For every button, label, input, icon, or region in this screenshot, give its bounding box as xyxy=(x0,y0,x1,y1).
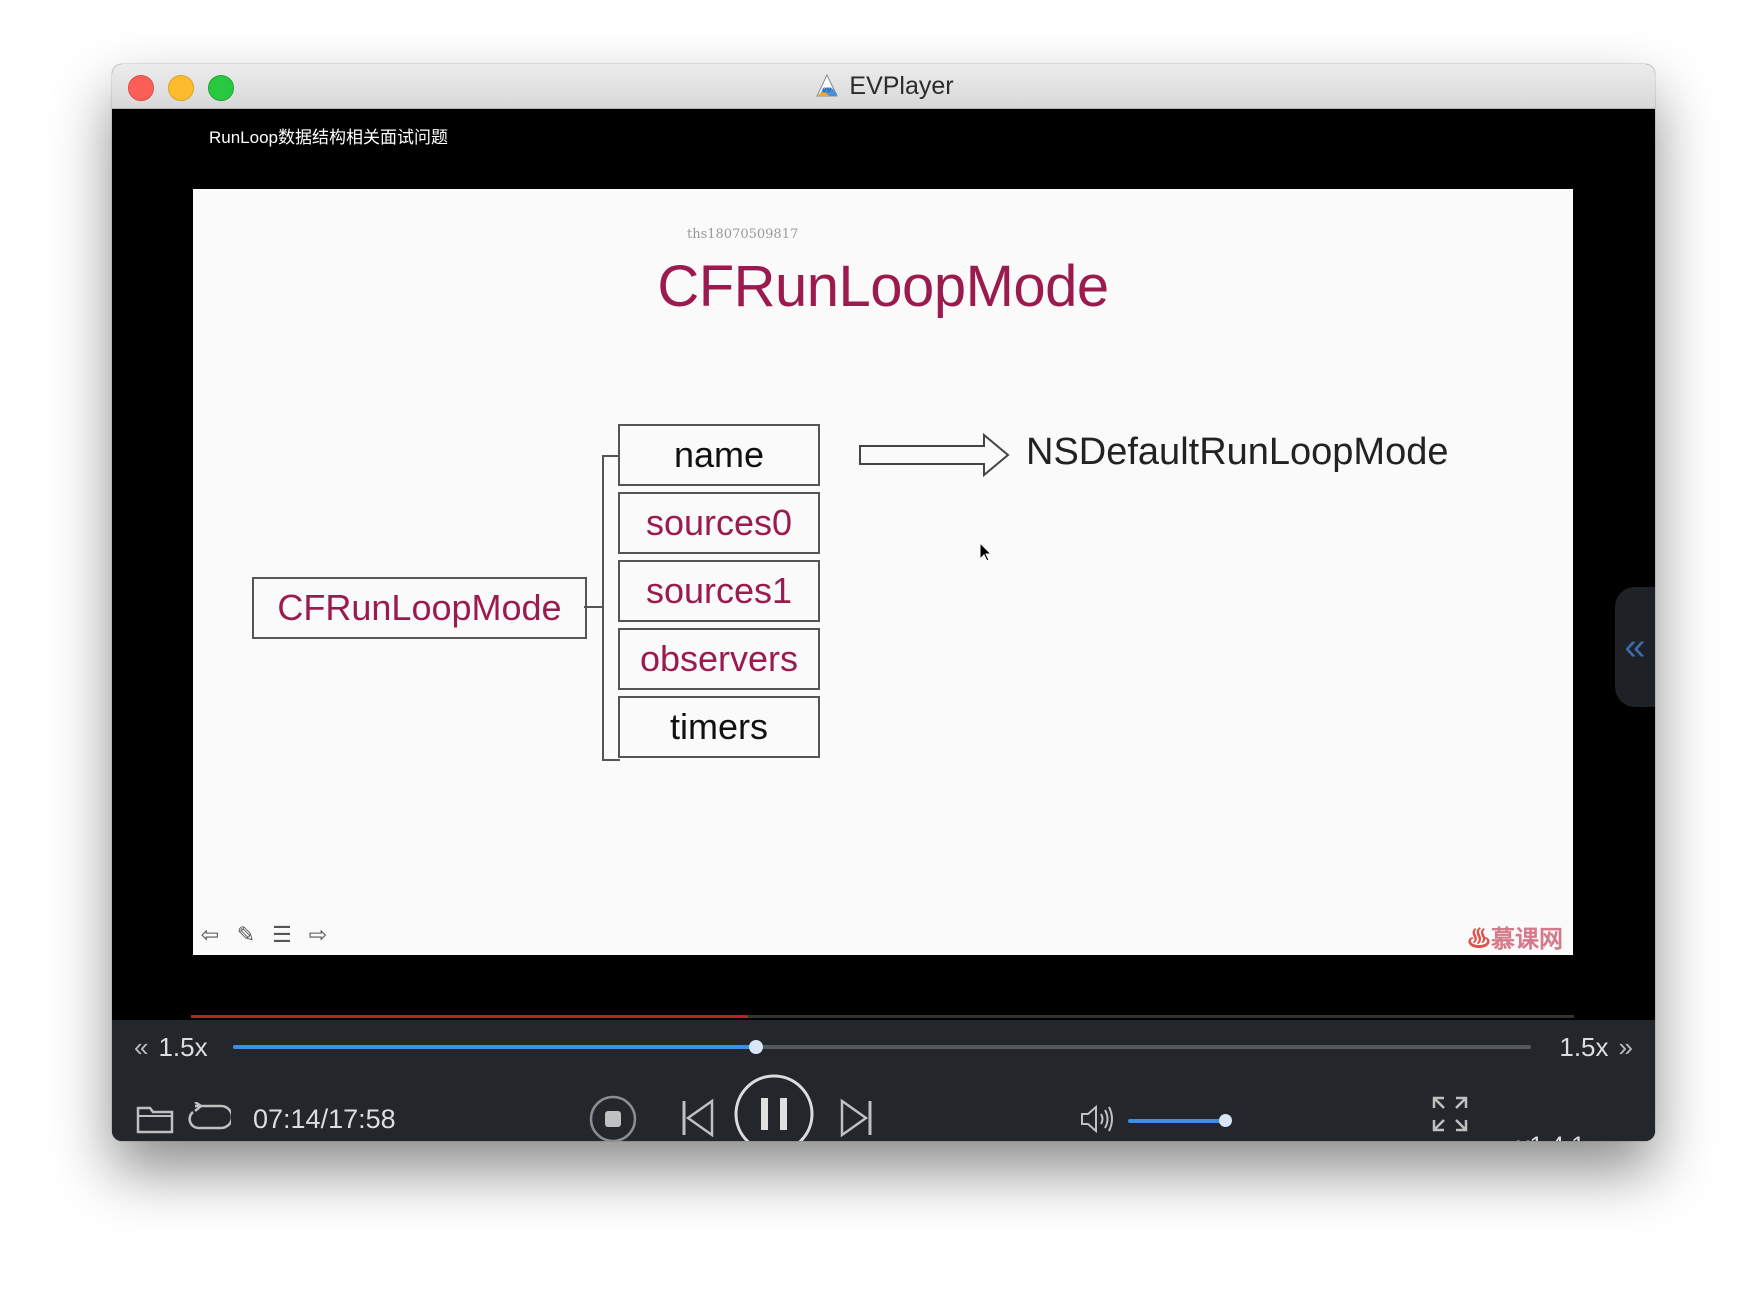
slide-prev-icon[interactable]: ⇦ xyxy=(195,922,225,948)
slide-next-icon[interactable]: ⇨ xyxy=(303,922,333,948)
player-window: ev EVPlayer RunLoop数据结构相关面试问题 ths1807050… xyxy=(112,64,1655,1141)
video-progress-bar[interactable] xyxy=(191,1015,1574,1018)
field-sources1-box: sources1 xyxy=(618,560,820,622)
mouse-cursor-icon xyxy=(979,541,993,562)
controls-bar: « 1.5x 1.5x » 07:14/17:58 xyxy=(112,1020,1655,1141)
volume-slider[interactable] xyxy=(1128,1119,1226,1123)
speed-down-icon[interactable]: « xyxy=(134,1032,148,1063)
ns-default-runloop-mode-label: NSDefaultRunLoopMode xyxy=(1026,431,1449,473)
previous-track-button[interactable] xyxy=(680,1098,716,1138)
menu-icon[interactable]: ☰ xyxy=(267,922,297,948)
imooc-logo: ♨慕课网 xyxy=(1467,926,1563,953)
cfrunloopmode-box: CFRunLoopMode xyxy=(252,577,587,639)
seek-fill xyxy=(233,1045,757,1049)
fullscreen-icon[interactable] xyxy=(1432,1096,1468,1132)
bracket-stub xyxy=(584,606,602,608)
open-folder-icon[interactable] xyxy=(136,1102,174,1134)
window-title: EVPlayer xyxy=(849,71,954,100)
field-name-box: name xyxy=(618,424,820,486)
slide-toolbar: ⇦ ✎ ☰ ⇨ xyxy=(195,922,333,948)
imooc-logo-text: 慕课网 xyxy=(1491,926,1563,953)
stop-icon xyxy=(605,1111,621,1127)
pause-icon xyxy=(761,1098,787,1130)
previous-icon xyxy=(685,1098,714,1138)
volume-handle[interactable] xyxy=(1219,1114,1232,1127)
video-title: RunLoop数据结构相关面试问题 xyxy=(209,128,449,147)
slide-title: CFRunLoopMode xyxy=(657,254,1109,319)
volume-icon[interactable] xyxy=(1080,1105,1116,1133)
next-icon xyxy=(840,1098,869,1138)
version-label: v1.4.1 xyxy=(1517,1132,1585,1141)
watermark: ths18070509817 xyxy=(687,227,799,242)
speed-right-label: 1.5x xyxy=(1559,1032,1609,1062)
side-panel-toggle[interactable]: « xyxy=(1615,587,1655,707)
speed-left-label: 1.5x xyxy=(158,1032,208,1062)
seek-slider[interactable] xyxy=(233,1040,1531,1054)
field-sources0-box: sources0 xyxy=(618,492,820,554)
video-progress-fill xyxy=(191,1015,749,1018)
pen-icon[interactable]: ✎ xyxy=(231,922,261,948)
stop-button[interactable] xyxy=(588,1094,638,1141)
video-area[interactable]: RunLoop数据结构相关面试问题 ths18070509817 CFRunLo… xyxy=(112,109,1655,1020)
evplayer-icon: ev xyxy=(816,73,839,97)
title-bar[interactable]: ev EVPlayer xyxy=(112,64,1655,109)
field-observers-box: observers xyxy=(618,628,820,690)
double-chevron-left-icon: « xyxy=(1624,625,1646,668)
speed-up-icon[interactable]: » xyxy=(1619,1032,1633,1063)
pause-button[interactable] xyxy=(732,1072,816,1141)
slide: ths18070509817 CFRunLoopMode CFRunLoopMo… xyxy=(193,189,1573,955)
loop-icon[interactable] xyxy=(185,1102,231,1132)
seek-handle[interactable] xyxy=(749,1040,764,1054)
playback-time: 07:14/17:58 xyxy=(253,1104,396,1134)
next-track-button[interactable] xyxy=(838,1098,874,1138)
field-timers-box: timers xyxy=(618,696,820,758)
svg-text:ev: ev xyxy=(822,85,832,94)
arrow-icon xyxy=(859,433,1010,477)
